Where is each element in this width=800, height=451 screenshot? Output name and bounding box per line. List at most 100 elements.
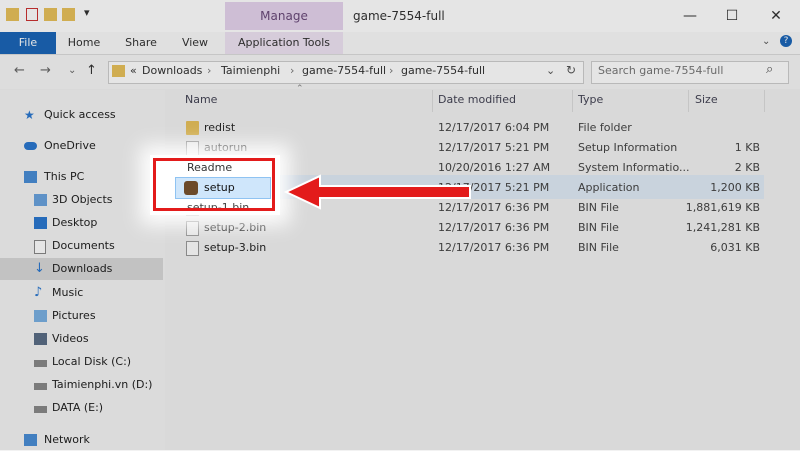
file-icon [186, 241, 199, 256]
cloud-icon [24, 142, 37, 150]
forward-arrow-icon[interactable]: → [40, 63, 51, 78]
breadcrumb-game-folder[interactable]: game-7554-full [302, 64, 386, 77]
quick-access-toolbar-dropdown-icon[interactable]: ▾ [84, 6, 90, 19]
column-header-type[interactable]: Type [578, 93, 603, 106]
document-icon [34, 240, 46, 254]
folder-icon [62, 8, 75, 21]
file-date: 12/17/2017 5:21 PM [438, 141, 550, 154]
drive-icon [34, 406, 47, 413]
help-icon[interactable]: ? [780, 35, 792, 47]
nav-pictures[interactable]: Pictures [0, 305, 163, 327]
column-header-name[interactable]: Name [185, 93, 217, 106]
breadcrumb-chevron-icon[interactable]: › [290, 64, 294, 77]
file-type: System Informatio... [578, 161, 690, 174]
address-dropdown-icon[interactable]: ⌄ [546, 64, 555, 77]
file-name: setup-2.bin [204, 221, 267, 234]
breadcrumb-overflow[interactable]: « [130, 64, 137, 77]
file-type: BIN File [578, 241, 619, 254]
file-date: 12/17/2017 6:04 PM [438, 121, 550, 134]
nav-drive-e[interactable]: DATA (E:) [0, 397, 163, 419]
nav-network[interactable]: Network [0, 429, 163, 451]
folder-icon [6, 8, 19, 21]
breadcrumb-game-subfolder[interactable]: game-7554-full [401, 64, 485, 77]
file-row[interactable]: redist 12/17/2017 6:04 PM File folder [180, 118, 764, 138]
nav-label: Network [44, 433, 90, 446]
file-type: File folder [578, 121, 632, 134]
file-type: Application [578, 181, 640, 194]
nav-drive-d[interactable]: Taimienphi.vn (D:) [0, 374, 163, 396]
file-name: setup-3.bin [204, 241, 267, 254]
breadcrumb-downloads[interactable]: Downloads [142, 64, 202, 77]
nav-videos[interactable]: Videos [0, 328, 163, 350]
recent-locations-icon[interactable]: ⌄ [68, 65, 76, 76]
column-divider[interactable] [764, 90, 765, 112]
file-date: 12/17/2017 6:36 PM [438, 221, 550, 234]
breadcrumb-chevron-icon[interactable]: › [207, 64, 211, 77]
breadcrumb-taimienphi[interactable]: Taimienphi [221, 64, 280, 77]
file-size: 6,031 KB [710, 241, 760, 254]
window-title: game-7554-full [353, 9, 445, 23]
file-row[interactable]: setup-3.bin 12/17/2017 6:36 PM BIN File … [180, 238, 764, 258]
file-row[interactable]: setup-2.bin 12/17/2017 6:36 PM BIN File … [180, 218, 764, 238]
file-size: 1,241,281 KB [685, 221, 760, 234]
nav-onedrive[interactable]: OneDrive [0, 135, 163, 157]
breadcrumb-chevron-icon[interactable]: › [389, 64, 393, 77]
navigation-pane: ★ Quick access OneDrive This PC 3D Objec… [0, 90, 165, 450]
file-date: 12/17/2017 6:36 PM [438, 241, 550, 254]
file-size: 2 KB [734, 161, 760, 174]
tab-file[interactable]: File [0, 32, 56, 54]
file-size: 1,881,619 KB [685, 201, 760, 214]
refresh-icon[interactable]: ↻ [566, 63, 576, 77]
nav-music[interactable]: ♪ Music [0, 282, 163, 304]
nav-label: Quick access [44, 108, 116, 121]
file-type: Setup Information [578, 141, 678, 154]
search-icon[interactable]: ⌕ [766, 62, 773, 77]
file-size: 1,200 KB [710, 181, 760, 194]
tab-share[interactable]: Share [118, 32, 164, 54]
nav-3d-objects[interactable]: 3D Objects [0, 189, 163, 211]
cube-icon [34, 194, 47, 206]
download-arrow-icon: ↓ [34, 261, 45, 276]
nav-desktop[interactable]: Desktop [0, 212, 163, 234]
nav-label: This PC [44, 170, 85, 183]
pointer-arrow-icon [284, 174, 471, 210]
nav-downloads[interactable]: ↓ Downloads [0, 258, 163, 280]
desktop-icon [34, 217, 47, 229]
column-header-date-modified[interactable]: Date modified [438, 93, 516, 106]
video-icon [34, 333, 47, 345]
ribbon-expand-icon[interactable]: ⌄ [762, 36, 770, 47]
up-arrow-icon[interactable]: ↑ [86, 63, 97, 78]
nav-quick-access[interactable]: ★ Quick access [0, 104, 163, 126]
picture-icon [34, 310, 47, 322]
column-header-size[interactable]: Size [695, 93, 718, 106]
nav-label: 3D Objects [52, 193, 113, 206]
back-arrow-icon[interactable]: ← [14, 63, 25, 78]
tab-home[interactable]: Home [60, 32, 108, 54]
nav-documents[interactable]: Documents [0, 235, 163, 257]
column-divider[interactable] [572, 90, 573, 112]
tab-application-tools[interactable]: Application Tools [225, 32, 343, 54]
maximize-button[interactable]: ☐ [722, 6, 742, 26]
properties-icon[interactable] [26, 8, 38, 21]
nav-this-pc[interactable]: This PC [0, 166, 163, 188]
nav-label: Taimienphi.vn (D:) [52, 378, 153, 391]
minimize-button[interactable]: — [680, 6, 700, 26]
manage-contextual-tab[interactable]: Manage [225, 2, 343, 30]
tab-view[interactable]: View [174, 32, 216, 54]
nav-label: Desktop [52, 216, 98, 229]
nav-local-disk-c[interactable]: Local Disk (C:) [0, 351, 163, 373]
column-divider[interactable] [432, 90, 433, 112]
nav-label: Documents [52, 239, 115, 252]
sort-ascending-icon: ⌃ [296, 84, 304, 94]
close-button[interactable]: ✕ [766, 6, 786, 26]
folder-icon [186, 121, 199, 135]
network-icon [24, 434, 37, 446]
search-placeholder: Search game-7554-full [598, 64, 724, 77]
star-icon: ★ [24, 108, 35, 122]
nav-label: Videos [52, 332, 89, 345]
new-folder-icon[interactable] [44, 8, 57, 21]
column-divider[interactable] [688, 90, 689, 112]
file-name: redist [204, 121, 236, 134]
file-type: BIN File [578, 221, 619, 234]
file-type: BIN File [578, 201, 619, 214]
